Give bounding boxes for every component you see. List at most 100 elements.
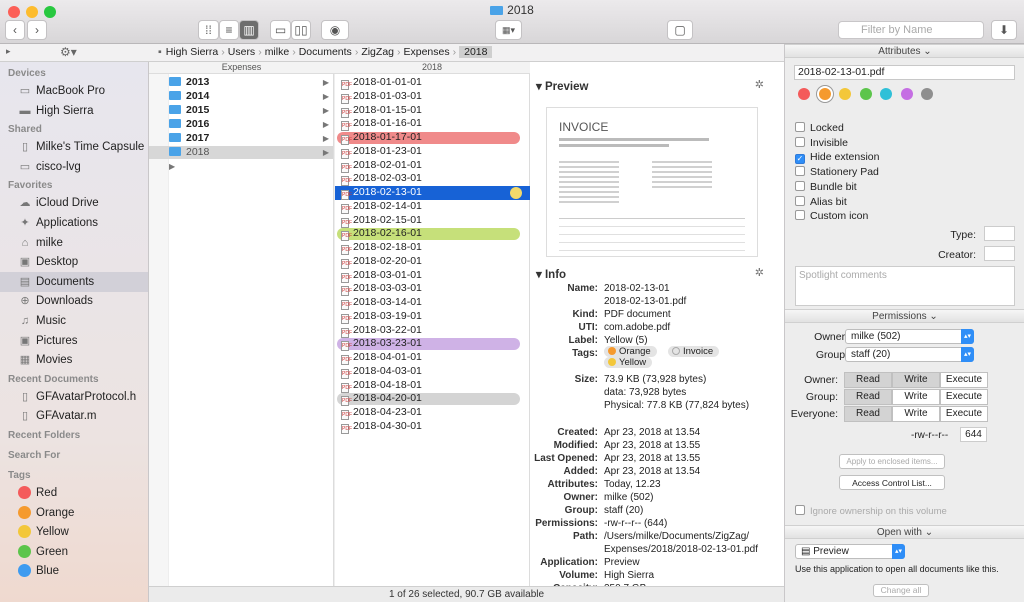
file-row[interactable]: PDF2018-03-22-01 xyxy=(334,324,530,338)
file-row[interactable]: PDF2018-01-23-01 xyxy=(334,145,530,159)
sidebar-item-milke-s-time-capsule[interactable]: ▯ Milke's Time Capsule xyxy=(0,137,148,157)
label-color-dot[interactable] xyxy=(839,88,851,100)
file-row[interactable]: PDF2018-04-30-01 xyxy=(334,420,530,434)
sidebar-item-red[interactable]: Red xyxy=(0,483,148,503)
info-heading[interactable]: ▾ Info xyxy=(536,267,566,281)
file-row[interactable]: PDF2018-02-15-01 xyxy=(334,214,530,228)
file-row[interactable]: PDF2018-04-18-01 xyxy=(334,379,530,393)
file-row[interactable]: PDF2018-04-20-01 xyxy=(334,392,530,407)
file-row[interactable]: PDF2018-01-17-01 xyxy=(334,131,530,145)
attribute-checkbox[interactable]: Invisible xyxy=(795,136,848,150)
attributes-header[interactable]: Attributes ⌄ xyxy=(785,44,1024,58)
attribute-checkbox[interactable]: Bundle bit xyxy=(795,180,857,194)
search-input[interactable]: Filter by Name xyxy=(838,21,984,39)
tag-chip[interactable]: Orange xyxy=(604,346,657,357)
file-row[interactable]: PDF2018-02-16-01 xyxy=(334,227,530,242)
tag-chip[interactable]: Invoice xyxy=(668,346,720,357)
label-color-dot[interactable] xyxy=(900,88,913,100)
attribute-checkbox[interactable]: ✓ Hide extension xyxy=(795,151,879,165)
sidebar-item-documents[interactable]: ▤ Documents xyxy=(0,271,148,292)
checkbox-box[interactable] xyxy=(795,195,805,206)
checkbox-box[interactable] xyxy=(795,180,805,191)
file-row[interactable]: PDF2018-01-16-01 xyxy=(334,117,530,132)
permission-toggle[interactable]: Write xyxy=(892,389,940,405)
year-folder-row[interactable]: 2016 ▶ xyxy=(149,118,333,132)
permission-toggle[interactable]: Read xyxy=(844,372,892,388)
download-icon[interactable]: ⬇ xyxy=(991,20,1017,40)
file-row[interactable]: PDF2018-04-01-01 xyxy=(334,351,530,365)
file-row[interactable]: PDF2018-01-03-01 xyxy=(334,90,530,104)
file-row[interactable]: PDF2018-01-15-01 xyxy=(334,104,530,118)
sidebar-item-orange[interactable]: Orange xyxy=(0,503,148,523)
breadcrumb-item[interactable]: ZigZag xyxy=(361,46,394,58)
year-folder-row[interactable]: 2015 ▶ xyxy=(149,104,333,118)
year-folder-row[interactable]: 2013 ▶ xyxy=(149,76,333,90)
checkbox-box[interactable] xyxy=(795,166,805,177)
gear-icon[interactable]: ⚙▾ xyxy=(60,45,77,59)
breadcrumb-item[interactable]: High Sierra xyxy=(166,46,219,58)
year-folder-row[interactable]: 2018 ▶ xyxy=(149,145,333,160)
ignore-ownership-checkbox[interactable]: Ignore ownership on this volume xyxy=(795,505,947,518)
tag-chip[interactable]: Yellow xyxy=(604,357,653,368)
breadcrumb-item[interactable]: Expenses xyxy=(404,46,450,58)
label-color-dot[interactable] xyxy=(818,88,831,100)
checkbox-box[interactable]: ✓ xyxy=(795,154,805,165)
file-row[interactable]: PDF2018-03-19-01 xyxy=(334,310,530,324)
sidebar-item-milke[interactable]: ⌂ milke xyxy=(0,233,148,253)
sidebar-item-blue[interactable]: Blue xyxy=(0,561,148,581)
permission-toggle[interactable]: Read xyxy=(844,389,892,405)
apply-enclosed-button[interactable]: Apply to enclosed items... xyxy=(839,454,945,469)
breadcrumb-item[interactable]: Documents xyxy=(299,46,352,58)
sidebar-item-pictures[interactable]: ▣ Pictures xyxy=(0,331,148,351)
sidebar-toggle-icon[interactable]: ▸ xyxy=(6,46,11,57)
file-row[interactable]: PDF2018-03-14-01 xyxy=(334,296,530,310)
file-row[interactable]: PDF2018-03-01-01 xyxy=(334,269,530,283)
permission-toggle[interactable]: Write xyxy=(892,406,940,422)
file-row[interactable]: PDF2018-04-03-01 xyxy=(334,365,530,379)
split-view-button[interactable]: ▯▯ xyxy=(291,20,311,40)
breadcrumb-item[interactable]: Users xyxy=(228,46,255,58)
arrange-button[interactable]: ▦▾ xyxy=(495,20,522,40)
back-button[interactable]: ‹ xyxy=(5,20,25,40)
label-color-dot[interactable] xyxy=(859,88,872,100)
gear-icon[interactable]: ✲ xyxy=(755,266,764,279)
acl-button[interactable]: Access Control List... xyxy=(839,475,945,490)
openwith-header[interactable]: Open with ⌄ xyxy=(785,525,1024,539)
spotlight-comments-field[interactable]: Spotlight comments xyxy=(795,266,1015,306)
permission-toggle[interactable]: Write xyxy=(892,372,940,388)
sidebar-item-applications[interactable]: ✦ Applications xyxy=(0,213,148,233)
file-row[interactable]: PDF2018-03-23-01 xyxy=(334,337,530,352)
sidebar-item-downloads[interactable]: ⊕ Downloads xyxy=(0,291,148,311)
checkbox-box[interactable] xyxy=(795,210,805,221)
sidebar-item-green[interactable]: Green xyxy=(0,542,148,562)
year-folder-row[interactable]: 2017 ▶ xyxy=(149,132,333,146)
checkbox-box[interactable] xyxy=(795,122,805,132)
file-row[interactable]: PDF2018-01-01-01 xyxy=(334,76,530,90)
sidebar-item-music[interactable]: ♫ Music xyxy=(0,311,148,331)
permission-toggle[interactable]: Execute xyxy=(940,372,988,388)
permission-toggle[interactable]: Execute xyxy=(940,406,988,422)
attribute-checkbox[interactable]: Custom icon xyxy=(795,210,868,223)
breadcrumb-item[interactable]: 2018 xyxy=(459,46,493,58)
change-all-button[interactable]: Change all xyxy=(873,584,929,597)
sidebar-item-desktop[interactable]: ▣ Desktop xyxy=(0,252,148,272)
year-folder-row[interactable]: 2014 ▶ xyxy=(149,90,333,104)
sidebar-item-yellow[interactable]: Yellow xyxy=(0,522,148,542)
file-row[interactable]: PDF2018-02-13-01 xyxy=(334,186,530,200)
icon-view-button[interactable]: ⁞⁞ xyxy=(198,20,219,40)
sidebar-item-icloud-drive[interactable]: ☁ iCloud Drive xyxy=(0,193,148,213)
label-color-dot[interactable] xyxy=(880,88,892,100)
checkbox-box[interactable] xyxy=(795,505,805,515)
forward-button[interactable]: › xyxy=(27,20,47,40)
new-document-icon[interactable]: ▢ xyxy=(667,20,693,40)
label-color-dot[interactable] xyxy=(921,88,933,100)
checkbox-box[interactable] xyxy=(795,136,805,147)
preview-heading[interactable]: ▾ Preview xyxy=(536,79,588,93)
breadcrumb-item[interactable]: milke xyxy=(265,46,290,58)
owner-select[interactable]: milke (502) ▴▾ xyxy=(845,329,974,344)
sidebar-item-high-sierra[interactable]: ▬ High Sierra xyxy=(0,101,148,121)
app-select[interactable]: ▤ Preview ▴▾ xyxy=(795,544,905,559)
sidebar-item-macbook-pro[interactable]: ▭ MacBook Pro xyxy=(0,81,148,101)
attribute-checkbox[interactable]: Alias bit xyxy=(795,195,847,209)
attribute-checkbox[interactable]: Locked xyxy=(795,122,844,135)
